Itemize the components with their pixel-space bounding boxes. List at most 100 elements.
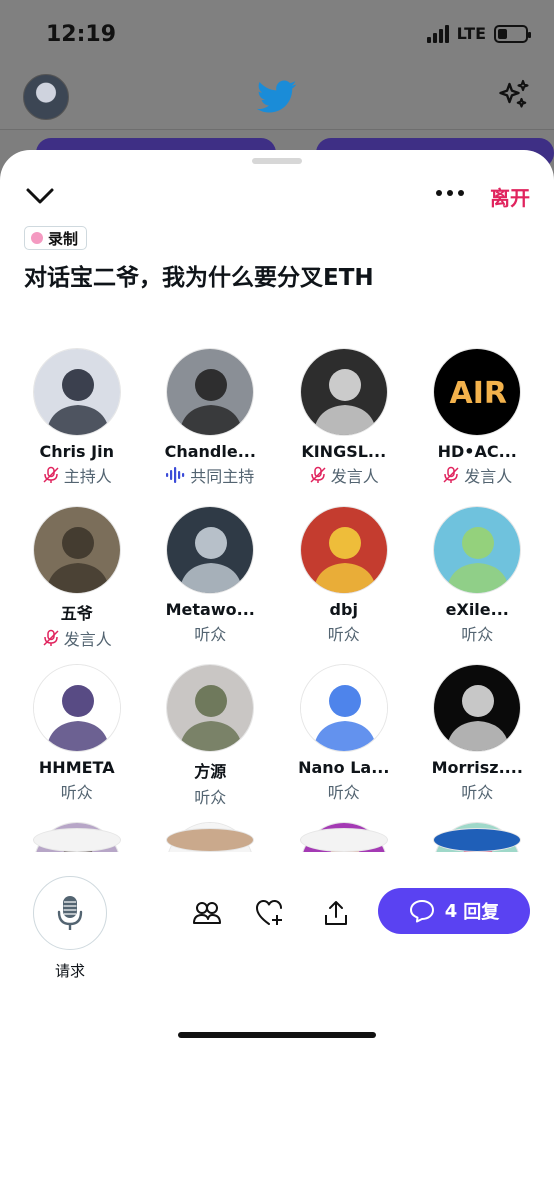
participant-role: 听众: [194, 784, 226, 808]
participant-avatar: [433, 506, 522, 594]
participant-avatar: [433, 664, 522, 752]
participant-item[interactable]: Metawo... 听众: [144, 506, 278, 664]
participant-name: Nano La...: [298, 758, 390, 777]
participant-role: 听众: [461, 621, 493, 645]
share-button[interactable]: [319, 896, 353, 930]
participant-avatar: [299, 828, 388, 852]
participant-avatar: [32, 506, 121, 594]
participant-role: 发言人: [42, 626, 112, 650]
role-label: 听众: [461, 783, 494, 802]
mic-off-icon: [309, 466, 327, 484]
participant-name: KINGSL...: [301, 442, 387, 461]
avatar-logo-text: AIR: [449, 375, 507, 411]
reply-button[interactable]: 4 回复: [378, 888, 530, 934]
participant-role: 听众: [61, 779, 93, 803]
participant-name: Morrisz....: [431, 758, 523, 777]
more-options-icon[interactable]: [434, 184, 466, 202]
mic-off-icon: [442, 466, 460, 484]
participant-role: 听众: [328, 621, 360, 645]
leave-button[interactable]: 离开: [490, 182, 530, 211]
participant-item[interactable]: 五爷 发言人: [10, 506, 144, 664]
participant-row: HHMETA 听众 方源 听众 Nano La... 听众 Morrisz.... 听众: [10, 664, 544, 822]
participant-item[interactable]: HHMETA 听众: [10, 664, 144, 822]
participant-name: Metawo...: [165, 600, 255, 619]
recording-label: 录制: [48, 229, 79, 248]
participant-role: 听众: [328, 779, 360, 803]
participant-avatar: [32, 348, 121, 436]
battery-level: [498, 28, 508, 39]
role-label: 发言人: [330, 467, 379, 486]
people-icon: [193, 902, 221, 924]
participant-item[interactable]: Morrisz.... 听众: [411, 664, 545, 822]
account-avatar[interactable]: [23, 74, 69, 120]
participant-name: Chris Jin: [39, 442, 114, 461]
role-label: 共同主持: [190, 467, 255, 486]
speech-bubble-icon: [409, 900, 434, 923]
participant-avatar: [299, 506, 388, 594]
heart-plus-icon: [256, 900, 282, 925]
participant-avatar: AIR: [433, 348, 522, 436]
app-header: [0, 70, 554, 130]
role-label: 主持人: [63, 467, 112, 486]
mic-off-icon: [42, 629, 60, 647]
participant-item[interactable]: [277, 828, 411, 852]
participant-item[interactable]: dbj 听众: [277, 506, 411, 664]
recording-dot-icon: [31, 232, 43, 244]
participant-avatar: [32, 828, 121, 852]
sound-wave-icon: [166, 467, 186, 483]
role-label: 听众: [60, 783, 93, 802]
reply-count: 4: [444, 900, 458, 922]
participant-name: HHMETA: [38, 758, 115, 777]
add-favorite-button[interactable]: [253, 896, 287, 930]
participant-role: 发言人: [442, 463, 512, 487]
participant-row: Chris Jin 主持人 Chandle... 共同主持 KINGSL... 发言人 AI…: [10, 348, 544, 506]
role-label: 听众: [194, 788, 227, 807]
participant-role: 发言人: [309, 463, 379, 487]
recording-badge: 录制: [24, 226, 88, 250]
participant-item[interactable]: KINGSL... 发言人: [277, 348, 411, 506]
participant-row: 五爷 发言人 Metawo... 听众 dbj 听众 eXile... 听众: [10, 506, 544, 664]
participant-avatar: [299, 664, 388, 752]
twitter-bird-icon: [257, 80, 297, 113]
participant-item[interactable]: eXile... 听众: [411, 506, 545, 664]
network-label: LTE: [456, 24, 486, 43]
reply-label: 回复: [463, 902, 500, 923]
status-time: 12:19: [46, 22, 117, 47]
participant-item[interactable]: [10, 828, 144, 852]
space-title: 对话宝二爷，我为什么要分叉ETH: [24, 265, 374, 291]
participant-item[interactable]: 方源 听众: [144, 664, 278, 822]
participant-role: 听众: [194, 621, 226, 645]
participant-name: HD•AC...: [437, 442, 517, 461]
home-indicator: [178, 1032, 376, 1038]
participant-avatar: [166, 506, 255, 594]
sheet-grabber[interactable]: [252, 158, 302, 164]
battery-icon: [494, 24, 531, 43]
participant-item[interactable]: AIR HD•AC... 发言人: [411, 348, 545, 506]
participant-item[interactable]: Chris Jin 主持人: [10, 348, 144, 506]
role-label: 听众: [327, 783, 360, 802]
participant-avatar: [166, 348, 255, 436]
participant-item[interactable]: Nano La... 听众: [277, 664, 411, 822]
request-mic-button[interactable]: [33, 876, 107, 950]
participant-role: 听众: [461, 779, 493, 803]
participant-name: 方源: [194, 762, 227, 781]
sparkle-icon[interactable]: [496, 78, 532, 114]
participant-role: 主持人: [42, 463, 112, 487]
participant-partial-row: [0, 828, 554, 852]
participant-item[interactable]: Chandle... 共同主持: [144, 348, 278, 506]
participant-avatar: [299, 348, 388, 436]
mic-off-icon: [42, 466, 60, 484]
request-mic-label: 请求: [54, 962, 85, 980]
participants-button[interactable]: [190, 896, 224, 930]
participant-name: Chandle...: [164, 442, 256, 461]
participant-name: 五爷: [60, 604, 93, 623]
participant-name: eXile...: [445, 600, 509, 619]
role-label: 发言人: [63, 630, 112, 649]
chevron-down-icon[interactable]: [24, 182, 56, 210]
participant-item[interactable]: [144, 828, 278, 852]
share-icon: [325, 901, 347, 925]
status-bar: 12:19 LTE: [0, 0, 554, 70]
participant-avatar: [32, 664, 121, 752]
microphone-icon: [57, 896, 83, 930]
participant-item[interactable]: [411, 828, 545, 852]
